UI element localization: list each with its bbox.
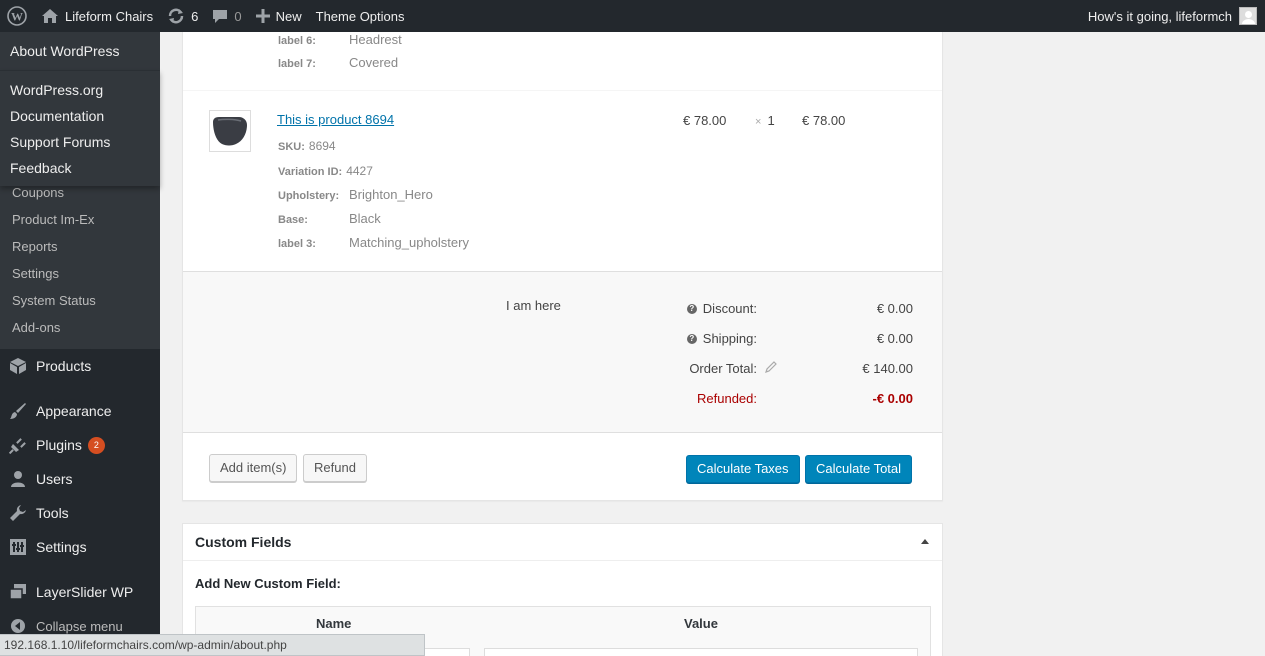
settings-sliders-icon [8, 537, 28, 557]
about-flyout-menu: WordPress.org Documentation Support Foru… [0, 70, 160, 186]
submenu-item-system-status[interactable]: System Status [0, 287, 160, 314]
new-content-link[interactable]: New [249, 0, 309, 32]
plugins-update-badge: 2 [87, 436, 105, 454]
item-sku: SKU: 8694 [278, 139, 336, 153]
add-new-custom-field-label: Add New Custom Field: [195, 576, 341, 591]
shipping-value: € 0.00 [876, 331, 913, 346]
sidebar-item-products[interactable]: Products [0, 349, 160, 383]
panel-divider [183, 560, 942, 561]
order-totals-section: I am here ? Discount: € 0.00 ? Shipping: €… [183, 271, 942, 433]
row-divider [183, 90, 942, 91]
pencil-icon[interactable] [765, 361, 777, 376]
order-note-text: I am here [506, 298, 561, 313]
custom-fields-title[interactable]: Custom Fields [195, 534, 291, 550]
item-meta-row: label 7: Covered [278, 55, 399, 70]
help-icon[interactable]: ? [686, 333, 697, 344]
comments-count: 0 [234, 8, 242, 24]
sidebar-item-label: Appearance [36, 403, 112, 419]
box-icon [8, 356, 28, 376]
sidebar-item-appearance[interactable]: Appearance [0, 394, 160, 428]
item-quantity: × 1 [755, 113, 775, 128]
submenu-item-reports[interactable]: Reports [0, 233, 160, 260]
custom-field-value-input[interactable] [484, 648, 918, 656]
updates-link[interactable]: 6 [160, 0, 205, 32]
greeting: How's it going, lifeformch [1087, 8, 1232, 24]
admin-sidebar: About WordPress WordPress.org Documentat… [0, 32, 160, 656]
submenu-item-product-im-ex[interactable]: Product Im-Ex [0, 206, 160, 233]
add-items-button[interactable]: Add item(s) [209, 454, 298, 482]
flyout-item-wordpress-org[interactable]: WordPress.org [0, 77, 160, 103]
discount-label: ? Discount: [686, 301, 757, 316]
svg-text:W: W [11, 10, 23, 24]
sidebar-item-layerslider[interactable]: LayerSlider WP [0, 575, 160, 609]
sidebar-item-settings[interactable]: Settings [0, 530, 160, 564]
sidebar-item-label: Plugins [36, 437, 82, 453]
woocommerce-submenu: Coupons Product Im-Ex Reports Settings S… [0, 179, 160, 349]
plug-icon [8, 435, 28, 455]
collapse-arrow-icon [8, 616, 28, 636]
refunded-value: -€ 0.00 [872, 391, 913, 406]
plus-icon [255, 9, 270, 23]
collapse-toggle-icon[interactable] [921, 539, 929, 544]
item-meta-row: Base: Black [278, 211, 381, 226]
site-name-link[interactable]: Lifeform Chairs [34, 0, 160, 32]
calculate-total-button[interactable]: Calculate Total [805, 455, 913, 483]
help-icon[interactable]: ? [686, 303, 697, 314]
item-meta-row: label 3: Matching_upholstery [278, 235, 469, 250]
avatar [1239, 7, 1257, 25]
sidebar-item-label: Users [36, 471, 73, 487]
sidebar-item-plugins[interactable]: Plugins 2 [0, 428, 160, 462]
wordpress-logo-icon[interactable]: W [0, 0, 34, 32]
theme-options-label: Theme Options [315, 8, 405, 24]
admin-bar: W Lifeform Chairs 6 0 New Theme Options … [0, 0, 1265, 32]
layers-icon [8, 582, 28, 602]
updates-icon [167, 7, 185, 25]
item-cost: € 78.00 [683, 113, 727, 128]
order-total-label: Order Total: [689, 361, 777, 376]
sidebar-about-wordpress[interactable]: About WordPress [0, 32, 160, 70]
item-line-total: € 78.00 [802, 113, 846, 128]
calculate-taxes-button[interactable]: Calculate Taxes [686, 455, 800, 483]
comment-icon [212, 8, 228, 24]
sidebar-item-users[interactable]: Users [0, 462, 160, 496]
sidebar-item-label: Products [36, 358, 92, 374]
product-thumbnail[interactable] [209, 110, 251, 152]
flyout-item-feedback[interactable]: Feedback [0, 155, 160, 181]
flyout-item-support-forums[interactable]: Support Forums [0, 129, 160, 155]
my-account-link[interactable]: How's it going, lifeformch [1081, 0, 1265, 32]
item-variation-id: Variation ID: 4427 [278, 164, 373, 178]
sidebar-item-label: LayerSlider WP [36, 584, 134, 600]
sidebar-item-label: Tools [36, 505, 69, 521]
value-column-header: Value [684, 616, 718, 631]
order-total-value: € 140.00 [862, 361, 913, 376]
order-items-panel: label 6: Headrest label 7: Covered This is… [182, 32, 943, 501]
site-name: Lifeform Chairs [65, 8, 154, 24]
sidebar-item-tools[interactable]: Tools [0, 496, 160, 530]
theme-options-link[interactable]: Theme Options [309, 0, 412, 32]
item-meta-row: Upholstery: Brighton_Hero [278, 187, 433, 202]
wrench-icon [8, 503, 28, 523]
shipping-label: ? Shipping: [686, 331, 757, 346]
discount-value: € 0.00 [876, 301, 913, 316]
home-icon [41, 8, 59, 24]
user-icon [8, 469, 28, 489]
submenu-item-add-ons[interactable]: Add-ons [0, 314, 160, 341]
updates-count: 6 [191, 8, 199, 24]
refund-button[interactable]: Refund [303, 454, 367, 482]
new-label: New [275, 8, 302, 24]
submenu-item-settings[interactable]: Settings [0, 260, 160, 287]
item-meta-row: label 6: Headrest [278, 32, 402, 47]
product-name-link[interactable]: This is product 8694 [277, 112, 394, 127]
refunded-label: Refunded: [697, 391, 757, 406]
name-column-header: Name [316, 616, 352, 631]
comments-link[interactable]: 0 [205, 0, 248, 32]
browser-status-bar: 192.168.1.10/lifeformchairs.com/wp-admin… [0, 634, 425, 656]
collapse-menu-label: Collapse menu [36, 618, 123, 634]
sidebar-item-label: Settings [36, 539, 87, 555]
flyout-item-documentation[interactable]: Documentation [0, 103, 160, 129]
paintbrush-icon [8, 401, 28, 421]
